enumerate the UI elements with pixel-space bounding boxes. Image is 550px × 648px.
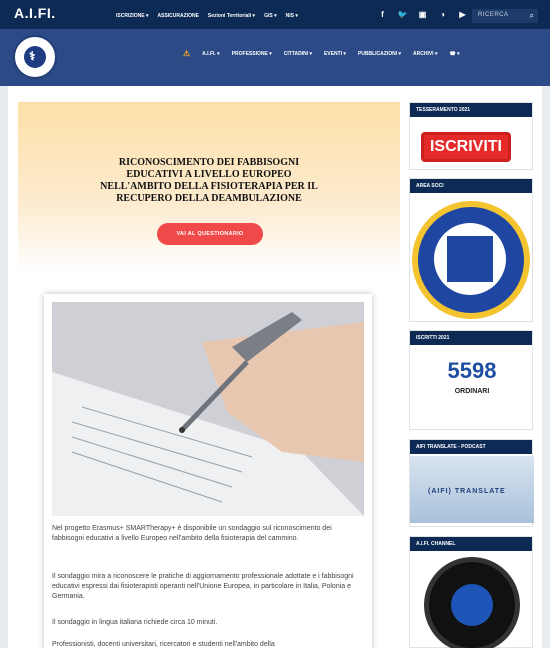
top-bar: A.I.FI. ISCRIZIONE ▾ ASSICURAZIONE Sezio… bbox=[0, 0, 550, 29]
hero-title: RICONOSCIMENTO DEI FABBISOGNI EDUCATIVI … bbox=[100, 157, 318, 204]
topnav-gis[interactable]: GIS ▾ bbox=[264, 13, 277, 19]
warning-icon[interactable]: ⚠ bbox=[183, 49, 190, 58]
widget-title: ISCRITTI 2021 bbox=[410, 331, 532, 345]
widget-channel: A.I.FI. CHANNEL bbox=[409, 536, 533, 648]
members-label: ORDINARI bbox=[454, 388, 490, 395]
widget-title: AIFI TRANSLATE - PODCAST bbox=[410, 440, 532, 454]
topnav-sezioni[interactable]: Sezioni Territoriali ▾ bbox=[208, 13, 255, 19]
podcast-image-text: (AIFI) TRANSLATE bbox=[428, 488, 506, 495]
widget-iscritti: ISCRITTI 2021 5598 ORDINARI bbox=[409, 330, 533, 430]
nav-eventi[interactable]: EVENTI ▾ bbox=[324, 51, 346, 58]
youtube-icon[interactable]: ▶ bbox=[456, 8, 469, 21]
topnav-assicurazione[interactable]: ASSICURAZIONE bbox=[158, 13, 199, 19]
article-paragraph-1: Nel progetto Erasmus+ SMARTherapy+ è dis… bbox=[52, 525, 332, 542]
logo-symbol-icon: ⚕ bbox=[29, 49, 36, 63]
members-count: 5598 bbox=[447, 358, 497, 383]
nav-archivi[interactable]: ARCHIVI ▾ bbox=[413, 51, 437, 58]
instagram-icon[interactable]: ▣ bbox=[416, 8, 429, 21]
nav-aifi[interactable]: A.I.FI. ▾ bbox=[202, 51, 220, 58]
article-paragraph-2: Il sondaggio mira a riconoscere le prati… bbox=[52, 573, 354, 600]
search-input[interactable]: RICERCA ⌕ bbox=[472, 9, 538, 23]
phone-icon[interactable]: ☎ ▾ bbox=[449, 51, 459, 58]
search-icon[interactable]: ⌕ bbox=[530, 11, 534, 21]
article-card: Nel progetto Erasmus+ SMARTherapy+ è dis… bbox=[44, 294, 372, 648]
main-column: RICONOSCIMENTO DEI FABBISOGNI EDUCATIVI … bbox=[18, 102, 400, 648]
channel-emblem-icon bbox=[451, 584, 493, 626]
nav-professione[interactable]: PROFESSIONE ▾ bbox=[232, 51, 272, 58]
topnav-nis[interactable]: NIS ▾ bbox=[286, 13, 298, 19]
search-placeholder: RICERCA bbox=[478, 12, 509, 18]
twitter-icon[interactable]: 🐦 bbox=[396, 8, 409, 21]
facebook-icon[interactable]: f bbox=[376, 8, 389, 21]
widget-podcast: AIFI TRANSLATE - PODCAST (AIFI) TRANSLAT… bbox=[409, 439, 534, 527]
association-seal-logo[interactable] bbox=[412, 201, 530, 319]
podcast-image[interactable]: (AIFI) TRANSLATE bbox=[410, 456, 534, 523]
top-nav: ISCRIZIONE ▾ ASSICURAZIONE Sezioni Terri… bbox=[116, 13, 298, 19]
widget-area-soci: AREA SOCI bbox=[409, 178, 533, 322]
widget-title: AREA SOCI bbox=[410, 179, 532, 193]
questionnaire-button[interactable]: VAI AL QUESTIONARIO bbox=[157, 223, 263, 245]
aifi-logo[interactable]: ⚕ bbox=[13, 35, 57, 79]
widget-title: TESSERAMENTO 2021 bbox=[410, 103, 532, 117]
main-nav: ⚠ A.I.FI. ▾ PROFESSIONE ▾ CITTADINI ▾ EV… bbox=[183, 49, 460, 58]
article-paragraph-3: Il sondaggio in lingua italiana richiede… bbox=[52, 619, 218, 626]
social-links: f 🐦 ▣ ◑ ▶ bbox=[376, 8, 469, 21]
widget-title: A.I.FI. CHANNEL bbox=[410, 537, 532, 551]
channel-lens-logo[interactable] bbox=[424, 557, 520, 648]
seal-emblem-icon bbox=[447, 236, 493, 282]
topnav-iscrizione[interactable]: ISCRIZIONE ▾ bbox=[116, 13, 149, 19]
article-paragraph-4: Professionisti, docenti universitari, ri… bbox=[52, 641, 275, 648]
survey-photo-illustration bbox=[52, 302, 364, 516]
rss-icon[interactable]: ◑ bbox=[436, 8, 449, 21]
nav-pubblicazioni[interactable]: PUBBLICAZIONI ▾ bbox=[358, 51, 401, 58]
article-image bbox=[52, 302, 364, 516]
hero-banner: RICONOSCIMENTO DEI FABBISOGNI EDUCATIVI … bbox=[18, 102, 400, 272]
brand-logo-text[interactable]: A.I.FI. bbox=[14, 5, 56, 21]
iscriviti-button[interactable]: ISCRIVITI bbox=[421, 132, 511, 162]
nav-cittadini[interactable]: CITTADINI ▾ bbox=[284, 51, 312, 58]
widget-tesseramento: TESSERAMENTO 2021 ISCRIVITI bbox=[409, 102, 533, 170]
